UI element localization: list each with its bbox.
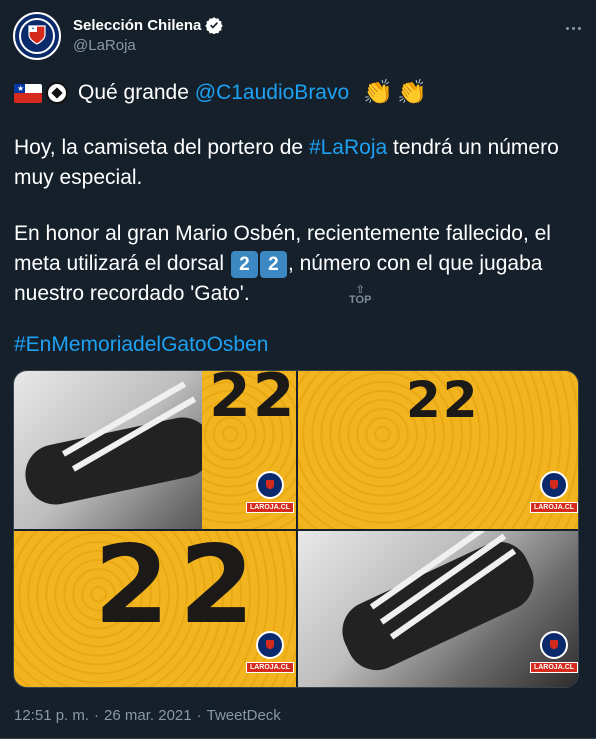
clapping-hands-icon: 👏 [363, 79, 394, 106]
hashtag-memoria-link[interactable]: #EnMemoriadelGatoOsben [14, 330, 582, 360]
watermark-text: LAROJA.CL [529, 662, 578, 673]
separator: · [196, 707, 202, 724]
photo-3[interactable]: 22 LAROJA.CL [14, 531, 296, 687]
watermark-text: LAROJA.CL [529, 502, 578, 513]
jersey-number: 22 [406, 371, 480, 429]
avatar[interactable] [13, 12, 61, 60]
federation-crest-icon [540, 631, 568, 659]
media-grid: 22 LAROJA.CL 22 LAROJA.CL 22 LAROJA.CL L… [13, 370, 579, 688]
tweet-source[interactable]: TweetDeck [207, 707, 281, 724]
tweet-paragraph-3: En honor al gran Mario Osbén, recienteme… [14, 219, 582, 309]
dot [571, 26, 575, 30]
federation-crest-icon [256, 471, 284, 499]
para2-before: Hoy, la camiseta del portero de [14, 136, 309, 159]
tweet-timestamp: 12:51 p. m. · 26 mar. 2021 · TweetDeck [14, 707, 281, 724]
jersey-number: 22 [209, 371, 296, 431]
dot [565, 26, 569, 30]
watermark-text: LAROJA.CL [245, 662, 295, 673]
tweet-prefix-text: Qué grande [78, 81, 189, 104]
soccer-ball-icon [46, 82, 68, 104]
dot [577, 26, 581, 30]
watermark-text: LAROJA.CL [245, 502, 295, 513]
tweet-paragraph-2: Hoy, la camiseta del portero de #LaRoja … [14, 133, 582, 193]
federation-crest-icon [540, 471, 568, 499]
keycap-digit-icon: 2 [259, 250, 287, 278]
photo-2[interactable]: 22 LAROJA.CL [298, 371, 578, 529]
tweet-line-1: ★ Qué grande @C1audioBravo 👏 👏 [14, 78, 582, 108]
watermark-logo: LAROJA.CL [529, 631, 578, 681]
hashtag-laroja-link[interactable]: #LaRoja [309, 136, 387, 159]
scroll-top-badge[interactable]: ⇧ TOP [349, 285, 372, 306]
tweet-date[interactable]: 26 mar. 2021 [104, 707, 192, 724]
watermark-logo: LAROJA.CL [245, 631, 295, 681]
author-names: Selección Chilena @LaRoja [73, 16, 224, 54]
verified-badge-icon [205, 17, 224, 34]
jersey-number: 22 [94, 531, 265, 648]
tweet-header: Selección Chilena @LaRoja [13, 12, 583, 60]
photo-4[interactable]: LAROJA.CL [298, 531, 578, 687]
watermark-logo: LAROJA.CL [529, 471, 578, 521]
watermark-logo: LAROJA.CL [245, 471, 295, 521]
mention-link[interactable]: @C1audioBravo [195, 78, 349, 108]
sleeve-shape [19, 411, 219, 511]
clapping-hands-icon: 👏 [397, 79, 427, 106]
separator: · [94, 707, 100, 724]
keycap-digit-icon: 2 [230, 250, 258, 278]
photo-1[interactable]: 22 LAROJA.CL [14, 371, 296, 529]
federation-crest-icon [256, 631, 284, 659]
tweet-time[interactable]: 12:51 p. m. [14, 707, 89, 724]
display-name[interactable]: Selección Chilena [73, 17, 201, 34]
more-options-icon[interactable] [563, 18, 583, 38]
top-label: TOP [349, 294, 372, 306]
chile-flag-icon: ★ [14, 83, 42, 103]
federation-crest-icon [28, 25, 46, 45]
handle[interactable]: @LaRoja [73, 37, 223, 54]
name-row: Selección Chilena [73, 16, 224, 34]
